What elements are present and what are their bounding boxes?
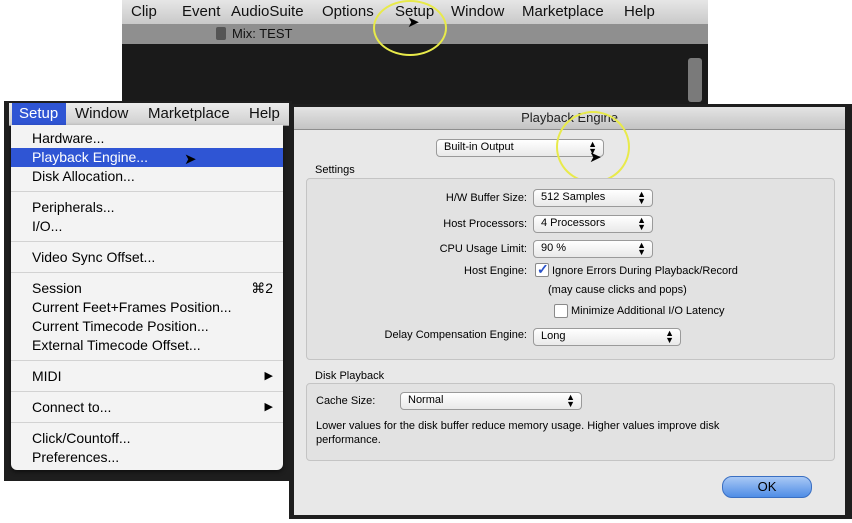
- menu-separator: [11, 391, 283, 392]
- menu-item-label: Connect to...: [32, 399, 112, 415]
- menu-item-disk-allocation[interactable]: Disk Allocation...: [11, 167, 283, 186]
- menu-separator: [11, 241, 283, 242]
- menu-item-peripherals[interactable]: Peripherals...: [11, 198, 283, 217]
- settings-group-label: Settings: [315, 164, 355, 176]
- menu-separator: [11, 422, 283, 423]
- may-cause-note: (may cause clicks and pops): [548, 284, 687, 296]
- document-icon: [216, 27, 226, 40]
- host-engine-label: Host Engine:: [464, 265, 527, 277]
- hw-buffer-popup[interactable]: 512 Samples ▲ ▼: [533, 189, 653, 207]
- host-processors-value: 4 Processors: [541, 217, 606, 229]
- menu-item-midi[interactable]: MIDI ▶: [11, 367, 283, 386]
- cursor-highlight-ring: [556, 111, 630, 183]
- menu-window[interactable]: Window: [451, 3, 504, 20]
- menu-item-connect-to[interactable]: Connect to... ▶: [11, 398, 283, 417]
- arrow-cursor-icon: ➤: [184, 151, 197, 168]
- arrow-cursor-icon: ➤: [407, 14, 420, 31]
- menu-setup-label: Setup: [19, 105, 59, 122]
- cache-size-popup[interactable]: Normal ▲ ▼: [400, 392, 582, 410]
- menu-item-preferences[interactable]: Preferences...: [11, 448, 283, 467]
- menu-item-click-countoff[interactable]: Click/Countoff...: [11, 429, 283, 448]
- updown-arrows-icon: ▲ ▼: [637, 189, 646, 206]
- device-popup-value: Built-in Output: [444, 141, 514, 153]
- menu-item-label: MIDI: [32, 368, 62, 384]
- ignore-errors-checkbox[interactable]: ✓: [535, 261, 549, 277]
- menu-item-label: Click/Countoff...: [32, 430, 131, 446]
- ignore-errors-label: Ignore Errors During Playback/Record: [552, 265, 738, 277]
- arrow-cursor-icon: ➤: [589, 149, 602, 166]
- minimize-latency-label: Minimize Additional I/O Latency: [571, 305, 725, 317]
- menu-item-label: Session: [32, 280, 82, 296]
- menu-options[interactable]: Options: [322, 3, 374, 20]
- menu-separator: [11, 191, 283, 192]
- updown-arrows-icon: ▲ ▼: [637, 215, 646, 232]
- menu-item-label: I/O...: [32, 218, 63, 234]
- menu-event[interactable]: Event: [182, 3, 220, 20]
- mix-window-title: Mix: TEST: [232, 26, 293, 41]
- menu-item-playback-engine[interactable]: Playback Engine...: [11, 148, 283, 167]
- cpu-limit-label: CPU Usage Limit:: [439, 243, 527, 255]
- submenu-arrow-icon: ▶: [264, 370, 273, 382]
- menu-window-2[interactable]: Window: [75, 105, 128, 122]
- menu-item-label: External Timecode Offset...: [32, 337, 201, 353]
- disk-playback-group-label: Disk Playback: [315, 370, 385, 382]
- host-processors-label: Host Processors:: [443, 218, 527, 230]
- menu-help-2[interactable]: Help: [249, 105, 280, 122]
- menu-item-timecode-position[interactable]: Current Timecode Position...: [11, 317, 283, 336]
- menu-audiosuite[interactable]: AudioSuite: [231, 3, 304, 20]
- shortcut-label: ⌘2: [251, 280, 273, 296]
- menu-item-hardware[interactable]: Hardware...: [11, 129, 283, 148]
- menu-item-label: Current Feet+Frames Position...: [32, 299, 232, 315]
- delay-comp-popup[interactable]: Long ▲ ▼: [533, 328, 681, 346]
- menu-item-video-sync-offset[interactable]: Video Sync Offset...: [11, 248, 283, 267]
- menu-item-label: Peripherals...: [32, 199, 115, 215]
- checkmark-icon: ✓: [537, 261, 549, 277]
- delay-comp-value: Long: [541, 330, 566, 342]
- host-processors-popup[interactable]: 4 Processors ▲ ▼: [533, 215, 653, 233]
- updown-arrows-icon: ▲ ▼: [566, 392, 575, 409]
- cpu-limit-popup[interactable]: 90 % ▲ ▼: [533, 240, 653, 258]
- menu-setup-active[interactable]: Setup: [12, 103, 66, 125]
- minimize-latency-checkbox[interactable]: [554, 304, 568, 318]
- mix-scrollbar[interactable]: [688, 58, 702, 102]
- menu-item-session[interactable]: Session ⌘2: [11, 279, 283, 298]
- updown-arrows-icon: ▲ ▼: [665, 328, 674, 345]
- menu-help[interactable]: Help: [624, 3, 655, 20]
- menu-item-io[interactable]: I/O...: [11, 217, 283, 236]
- menu-separator: [11, 272, 283, 273]
- menu-item-label: Video Sync Offset...: [32, 249, 156, 265]
- menu-item-label: Disk Allocation...: [32, 168, 135, 184]
- menu-item-label: Playback Engine...: [32, 149, 148, 165]
- menu-marketplace[interactable]: Marketplace: [522, 3, 604, 20]
- menu-item-feet-frames[interactable]: Current Feet+Frames Position...: [11, 298, 283, 317]
- menu-marketplace-2[interactable]: Marketplace: [148, 105, 230, 122]
- cache-size-value: Normal: [408, 394, 444, 406]
- setup-dropdown-menu: Hardware... Playback Engine... Disk Allo…: [11, 125, 283, 470]
- menu-item-label: Preferences...: [32, 449, 120, 465]
- menu-item-label: Hardware...: [32, 130, 105, 146]
- cpu-limit-value: 90 %: [541, 242, 567, 254]
- submenu-arrow-icon: ▶: [264, 401, 273, 413]
- menu-separator: [11, 360, 283, 361]
- updown-arrows-icon: ▲ ▼: [637, 240, 646, 257]
- hw-buffer-value: 512 Samples: [541, 191, 606, 203]
- ok-button[interactable]: OK: [722, 476, 812, 498]
- delay-comp-label: Delay Compensation Engine:: [384, 329, 527, 341]
- disk-buffer-note: Lower values for the disk buffer reduce …: [316, 420, 720, 446]
- menu-item-external-timecode[interactable]: External Timecode Offset...: [11, 336, 283, 355]
- hw-buffer-label: H/W Buffer Size:: [445, 192, 527, 204]
- menu-clip[interactable]: Clip: [131, 3, 157, 20]
- cache-size-label: Cache Size:: [316, 395, 376, 407]
- menu-item-label: Current Timecode Position...: [32, 318, 209, 334]
